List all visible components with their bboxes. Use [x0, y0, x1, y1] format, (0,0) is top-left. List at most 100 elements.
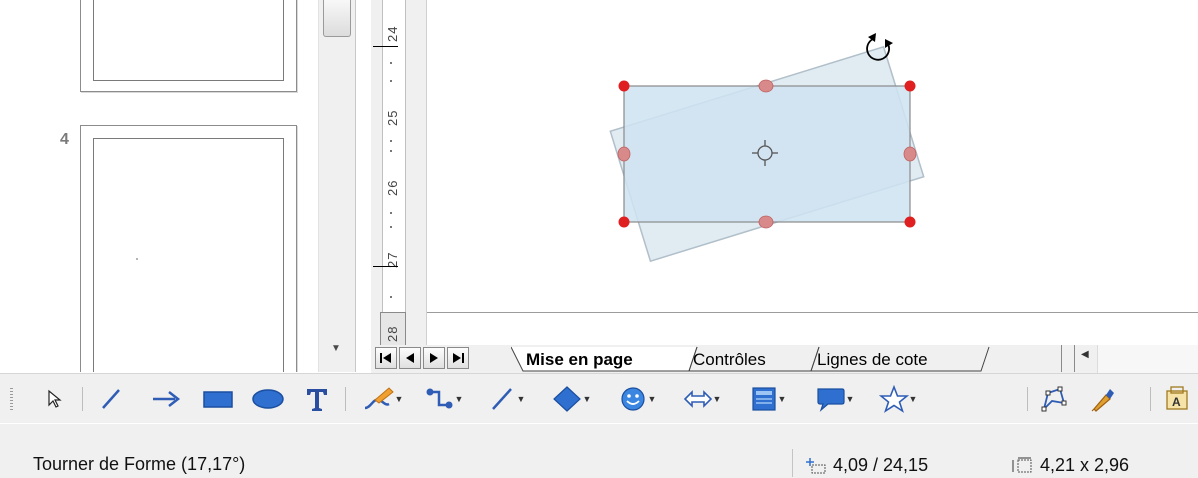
slide-thumbnail-3[interactable]	[80, 0, 297, 92]
status-size[interactable]: 4,21 x 2,96	[1012, 455, 1129, 476]
status-action-text: Tourner de Forme (17,17°)	[33, 454, 246, 474]
callouts-tool-button[interactable]: ▼	[806, 384, 862, 414]
scroll-down-arrow-icon[interactable]: ▼	[323, 340, 349, 358]
status-bar: Tourner de Forme (17,17°) 4,09 / 24,15 4…	[0, 423, 1198, 478]
thumbnail-mark	[136, 258, 138, 260]
ruler-dot	[390, 140, 392, 142]
block-arrows-icon	[683, 390, 712, 408]
dropdown-arrow-icon[interactable]: ▼	[517, 394, 526, 404]
next-layer-button[interactable]	[423, 347, 445, 369]
dropdown-arrow-icon[interactable]: ▼	[648, 394, 657, 404]
ruler-label: 26	[385, 179, 400, 196]
drawing-toolbar: ▼ ▼ ▼ ▼ ▼ ▼ ▼ ▼ ▼ A	[0, 373, 1198, 424]
canvas-drawing	[609, 33, 925, 263]
toolbar-separator	[1027, 387, 1028, 411]
text-tool-button[interactable]	[302, 384, 332, 414]
last-layer-button[interactable]	[447, 347, 469, 369]
stars-icon	[878, 385, 909, 413]
dropdown-arrow-icon[interactable]: ▼	[846, 394, 855, 404]
slide-pane-scrollbar[interactable]: ▼	[318, 0, 355, 372]
slant-handle[interactable]	[758, 215, 774, 229]
glue-points-icon	[1091, 389, 1114, 412]
ruler-marker	[373, 266, 398, 267]
rectangle-tool-button[interactable]	[200, 384, 236, 414]
page-boundary	[427, 312, 1198, 313]
block-arrows-tool-button[interactable]: ▼	[674, 384, 730, 414]
previous-icon	[406, 353, 414, 363]
dropdown-arrow-icon[interactable]: ▼	[909, 394, 918, 404]
dropdown-arrow-icon[interactable]: ▼	[713, 394, 722, 404]
rotate-handle[interactable]	[618, 216, 630, 228]
dropdown-arrow-icon[interactable]: ▼	[395, 394, 404, 404]
fontwork-gallery-button[interactable]: A	[1162, 384, 1192, 414]
tab-controles[interactable]: Contrôles	[693, 348, 766, 371]
lines-arrows-tool-button[interactable]: ▼	[479, 384, 533, 414]
lines-arrows-icon	[491, 388, 512, 410]
basic-shapes-icon	[552, 386, 581, 412]
tab-mise-en-page[interactable]: Mise en page	[526, 348, 633, 371]
ruler-label: 25	[385, 109, 400, 126]
svg-text:A: A	[1172, 395, 1181, 409]
stars-tool-button[interactable]: ▼	[870, 384, 926, 414]
size-value: 4,21 x 2,96	[1040, 455, 1130, 475]
slant-handle[interactable]	[903, 146, 917, 162]
curve-tool-button[interactable]: ▼	[355, 384, 409, 414]
line-tool-button[interactable]	[96, 384, 126, 414]
line-arrow-icon	[153, 391, 181, 407]
layer-tabs-bar: Mise en page Contrôles Lignes de cote ◀	[371, 345, 1198, 373]
slant-handle[interactable]	[617, 146, 631, 162]
first-layer-button[interactable]	[375, 347, 397, 369]
ruler-dot	[390, 296, 392, 298]
ellipse-tool-button[interactable]	[250, 384, 286, 414]
select-tool-button[interactable]	[42, 384, 66, 414]
callouts-icon	[816, 388, 845, 412]
connector-icon	[426, 388, 453, 409]
points-tool-button[interactable]	[1038, 384, 1070, 414]
ruler-label: 24	[385, 25, 400, 42]
flowchart-tool-button[interactable]: ▼	[740, 384, 796, 414]
ruler-dot	[390, 80, 392, 82]
dropdown-arrow-icon[interactable]: ▼	[778, 394, 787, 404]
slide-thumbnail-3-content	[93, 0, 284, 81]
curve-icon	[364, 387, 394, 410]
toolbar-separator	[1150, 387, 1151, 411]
line-arrow-tool-button[interactable]	[148, 384, 184, 414]
ruler-label: 28	[385, 325, 400, 342]
dropdown-arrow-icon[interactable]: ▼	[455, 394, 464, 404]
last-icon	[453, 353, 464, 363]
scroll-left-arrow-icon[interactable]: ◀	[1081, 349, 1089, 360]
position-value: 4,09 / 24,15	[833, 455, 929, 475]
points-icon	[1041, 386, 1067, 412]
flowchart-icon	[751, 387, 776, 411]
glue-points-tool-button[interactable]	[1086, 384, 1118, 414]
horizontal-scrollbar[interactable]	[1097, 345, 1198, 373]
slide-pane: 4 ▼	[0, 0, 356, 372]
toolbar-separator	[345, 387, 346, 411]
slant-handle[interactable]	[758, 79, 774, 93]
slide-thumbnail-4[interactable]	[80, 125, 297, 372]
symbol-shapes-icon	[620, 387, 645, 411]
slide-number: 4	[60, 131, 69, 148]
tab-lignes-de-cote[interactable]: Lignes de cote	[817, 348, 928, 371]
next-icon	[430, 353, 438, 363]
connector-tool-button[interactable]: ▼	[417, 384, 471, 414]
symbol-shapes-tool-button[interactable]: ▼	[609, 384, 665, 414]
rotate-handle[interactable]	[904, 216, 916, 228]
drawing-canvas[interactable]	[427, 0, 1198, 345]
tab-splitter[interactable]	[1061, 345, 1075, 372]
selected-rectangle[interactable]	[623, 85, 911, 223]
toolbar-grip[interactable]	[10, 388, 13, 410]
ruler-strip	[382, 0, 406, 345]
fontwork-icon: A	[1166, 386, 1188, 410]
dropdown-arrow-icon[interactable]: ▼	[583, 394, 592, 404]
scrollbar-thumb[interactable]	[323, 0, 351, 37]
ruler-dot	[390, 212, 392, 214]
basic-shapes-tool-button[interactable]: ▼	[543, 384, 599, 414]
size-icon	[1012, 457, 1032, 472]
text-icon	[307, 389, 327, 411]
rotate-handle[interactable]	[904, 80, 916, 92]
previous-layer-button[interactable]	[399, 347, 421, 369]
vertical-ruler[interactable]: 24 25 26 27 28	[371, 0, 427, 348]
rotate-handle[interactable]	[618, 80, 630, 92]
status-position[interactable]: 4,09 / 24,15	[805, 455, 928, 476]
